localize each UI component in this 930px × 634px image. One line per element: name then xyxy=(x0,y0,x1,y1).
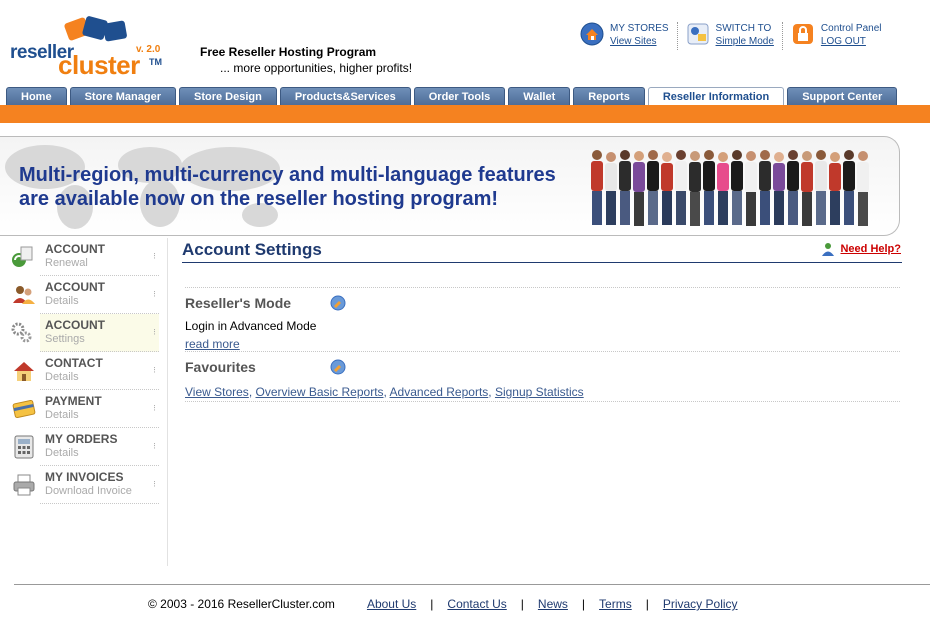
tab-wallet[interactable]: Wallet xyxy=(508,87,571,105)
tab-order-tools[interactable]: Order Tools xyxy=(413,87,506,105)
footer-separator: | xyxy=(645,597,649,611)
sidebar-item-account-settings[interactable]: ACCOUNT Settings ⁝ xyxy=(0,314,167,352)
sidebar-item-title: CONTACT xyxy=(45,356,103,370)
tab-reports[interactable]: Reports xyxy=(573,87,645,105)
calculator-icon xyxy=(14,435,34,459)
control-panel-link[interactable]: Control Panel LOG OUT xyxy=(789,22,890,50)
my-stores-link[interactable]: MY STORES View Sites xyxy=(578,22,678,50)
logo[interactable]: reseller v. 2.0 cluster TM xyxy=(8,14,168,82)
page-title: Account Settings xyxy=(182,240,322,259)
need-help-link[interactable]: Need Help? xyxy=(821,242,901,256)
lock-icon xyxy=(792,24,813,44)
sidebar-item-sub: Download Invoice xyxy=(45,485,132,497)
fav-link-signup-statistics[interactable]: Signup Statistics xyxy=(495,385,584,399)
renewal-icon xyxy=(12,246,33,267)
copyright-text: © 2003 - 2016 ResellerCluster.com xyxy=(148,597,335,611)
sidebar-item-sub: Details xyxy=(45,447,79,459)
sidebar-item-account-details[interactable]: ACCOUNT Details ⁝ xyxy=(0,276,167,314)
sidebar-item-title: MY ORDERS xyxy=(45,432,118,446)
chevron-right-icon: ⁝ xyxy=(153,480,156,490)
sidebar-item-my-orders[interactable]: MY ORDERS Details ⁝ xyxy=(0,428,167,466)
sidebar-item-sub: Renewal xyxy=(45,257,88,269)
chevron-right-icon: ⁝ xyxy=(153,252,156,262)
promo-banner: Multi-region, multi-currency and multi-l… xyxy=(0,136,900,236)
favourites-section: Favourites View Stores, Overview Basic R… xyxy=(185,351,900,402)
help-person-icon xyxy=(822,243,835,256)
tab-support-center[interactable]: Support Center xyxy=(787,87,898,105)
chevron-right-icon: ⁝ xyxy=(153,328,156,338)
banner-line-2: are available now on the reseller hostin… xyxy=(19,188,499,210)
banner-headline: Multi-region, multi-currency and multi-l… xyxy=(19,163,556,211)
footer-link-about-us[interactable]: About Us xyxy=(367,597,416,611)
orange-divider-bar xyxy=(0,105,930,123)
fav-link-overview-basic-reports[interactable]: Overview Basic Reports xyxy=(255,385,383,399)
footer-link-terms[interactable]: Terms xyxy=(599,597,632,611)
switch-mode-link[interactable]: SWITCH TO Simple Mode xyxy=(684,22,783,50)
title-underline xyxy=(182,262,902,263)
control-panel-label: Control Panel xyxy=(820,23,882,34)
users-icon xyxy=(13,286,35,304)
sidebar-item-title: ACCOUNT xyxy=(45,318,105,332)
sidebar-item-account-renewal[interactable]: ACCOUNT Renewal ⁝ xyxy=(0,238,167,276)
gears-icon xyxy=(11,322,32,343)
group-people-photo xyxy=(591,150,869,226)
tab-home[interactable]: Home xyxy=(6,87,67,105)
need-help-label: Need Help? xyxy=(840,243,901,255)
sidebar-item-title: ACCOUNT xyxy=(45,242,105,256)
logo-word-cluster: cluster xyxy=(58,50,140,80)
tab-store-design[interactable]: Store Design xyxy=(178,87,277,105)
footer: © 2003 - 2016 ResellerCluster.com About … xyxy=(148,597,738,611)
sidebar-item-sub: Details xyxy=(45,371,79,383)
sidebar-item-title: MY INVOICES xyxy=(45,470,124,484)
simple-mode-link[interactable]: Simple Mode xyxy=(716,35,774,48)
section-title: Reseller's Mode xyxy=(185,295,292,311)
switch-to-label: SWITCH TO xyxy=(715,23,772,34)
logo-trademark: TM xyxy=(149,57,162,67)
home-globe-icon xyxy=(580,22,604,46)
section-title: Favourites xyxy=(185,359,256,375)
credit-card-icon xyxy=(12,399,36,419)
sidebar-item-contact-details[interactable]: CONTACT Details ⁝ xyxy=(0,352,167,390)
resellers-mode-section: Reseller's Mode Login in Advanced Mode r… xyxy=(185,287,900,352)
fav-link-view-stores[interactable]: View Stores xyxy=(185,385,249,399)
chevron-right-icon: ⁝ xyxy=(153,404,156,414)
sidebar-item-sub: Settings xyxy=(45,333,85,345)
sidebar-item-title: ACCOUNT xyxy=(45,280,105,294)
sidebar-item-sub: Details xyxy=(45,409,79,421)
sidebar-item-my-invoices[interactable]: MY INVOICES Download Invoice ⁝ xyxy=(0,466,167,504)
edit-globe-icon[interactable] xyxy=(330,359,346,375)
sidebar-item-sub: Details xyxy=(45,295,79,307)
banner-line-1: Multi-region, multi-currency and multi-l… xyxy=(19,164,556,186)
logout-link[interactable]: LOG OUT xyxy=(821,35,882,48)
chevron-right-icon: ⁝ xyxy=(153,290,156,300)
main-nav-tabs: Home Store Manager Store Design Products… xyxy=(6,87,900,106)
footer-link-news[interactable]: News xyxy=(538,597,568,611)
house-icon xyxy=(14,362,34,381)
view-sites-link[interactable]: View Sites xyxy=(610,35,669,48)
footer-link-privacy-policy[interactable]: Privacy Policy xyxy=(663,597,738,611)
tab-products-services[interactable]: Products&Services xyxy=(279,87,411,105)
switch-mode-icon xyxy=(687,23,709,45)
sidebar-item-title: PAYMENT xyxy=(45,394,102,408)
footer-separator: | xyxy=(520,597,524,611)
printer-icon xyxy=(13,474,35,496)
tagline-title: Free Reseller Hosting Program xyxy=(200,45,377,59)
footer-divider xyxy=(14,584,930,585)
chevron-right-icon: ⁝ xyxy=(153,442,156,452)
account-sidebar: ACCOUNT Renewal ⁝ ACCOUNT Details ⁝ ACCO… xyxy=(0,238,168,566)
top-links: MY STORES View Sites SWITCH TO Simple Mo… xyxy=(578,22,896,50)
footer-link-contact-us[interactable]: Contact Us xyxy=(447,597,506,611)
chevron-right-icon: ⁝ xyxy=(153,366,156,376)
edit-globe-icon[interactable] xyxy=(330,295,346,311)
tab-reseller-information[interactable]: Reseller Information xyxy=(647,87,785,106)
sidebar-item-payment-details[interactable]: PAYMENT Details ⁝ xyxy=(0,390,167,428)
tab-store-manager[interactable]: Store Manager xyxy=(69,87,176,105)
my-stores-label: MY STORES xyxy=(610,23,669,34)
tagline-subtitle: ... more opportunities, higher profits! xyxy=(220,61,413,75)
fav-link-advanced-reports[interactable]: Advanced Reports xyxy=(390,385,489,399)
footer-separator: | xyxy=(581,597,586,611)
mode-description: Login in Advanced Mode xyxy=(185,319,317,333)
read-more-link[interactable]: read more xyxy=(185,337,240,351)
footer-separator: | xyxy=(430,597,434,611)
